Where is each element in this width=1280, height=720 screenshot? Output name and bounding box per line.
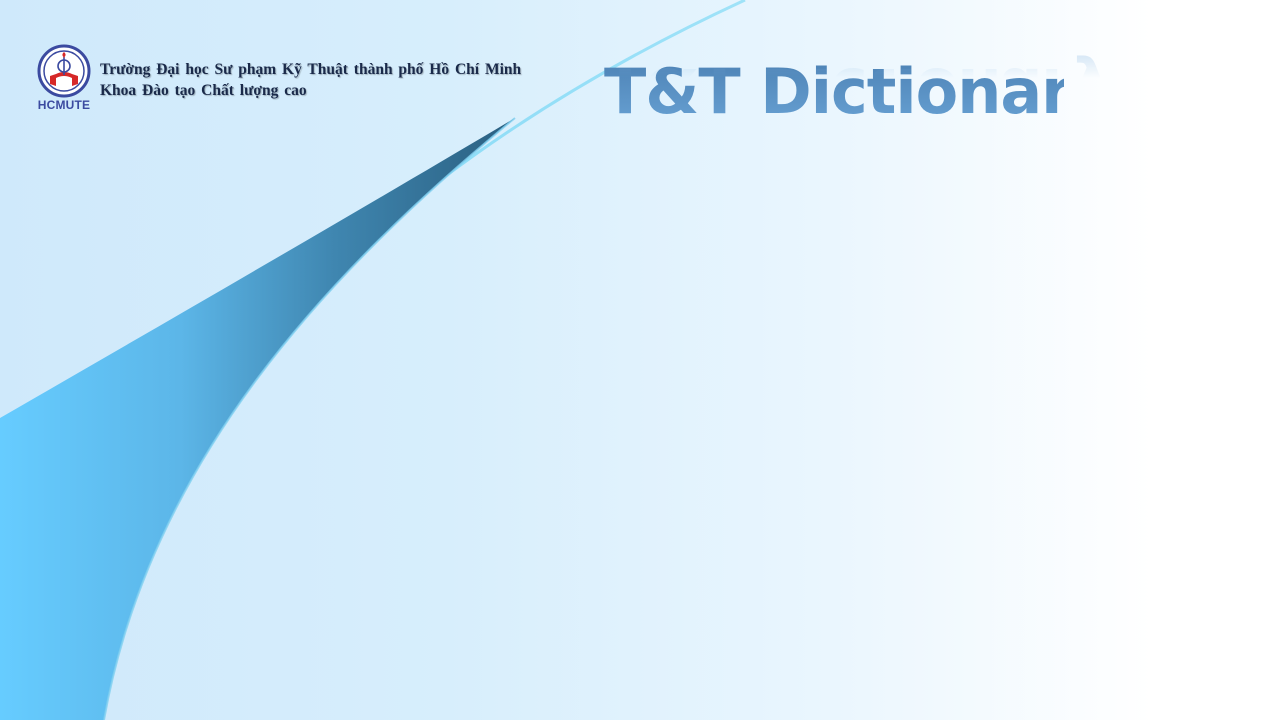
logo-caption: HCMUTE [37, 98, 91, 112]
hcmute-logo-icon [37, 44, 91, 98]
title-reflection: T&T Dictionary [604, 54, 1111, 127]
title-block: T&T Dictionary T&T Dictionary [604, 52, 1111, 152]
university-name: Trường Đại học Sư phạm Kỹ Thuật thành ph… [100, 61, 522, 78]
header-text: Trường Đại học Sư phạm Kỹ Thuật thành ph… [100, 59, 521, 101]
faculty-name: Khoa Đào tạo Chất lượng cao [100, 82, 307, 99]
hcmute-logo: HCMUTE [36, 44, 92, 116]
slide: HCMUTE Trường Đại học Sư phạm Kỹ Thuật t… [0, 0, 1280, 720]
